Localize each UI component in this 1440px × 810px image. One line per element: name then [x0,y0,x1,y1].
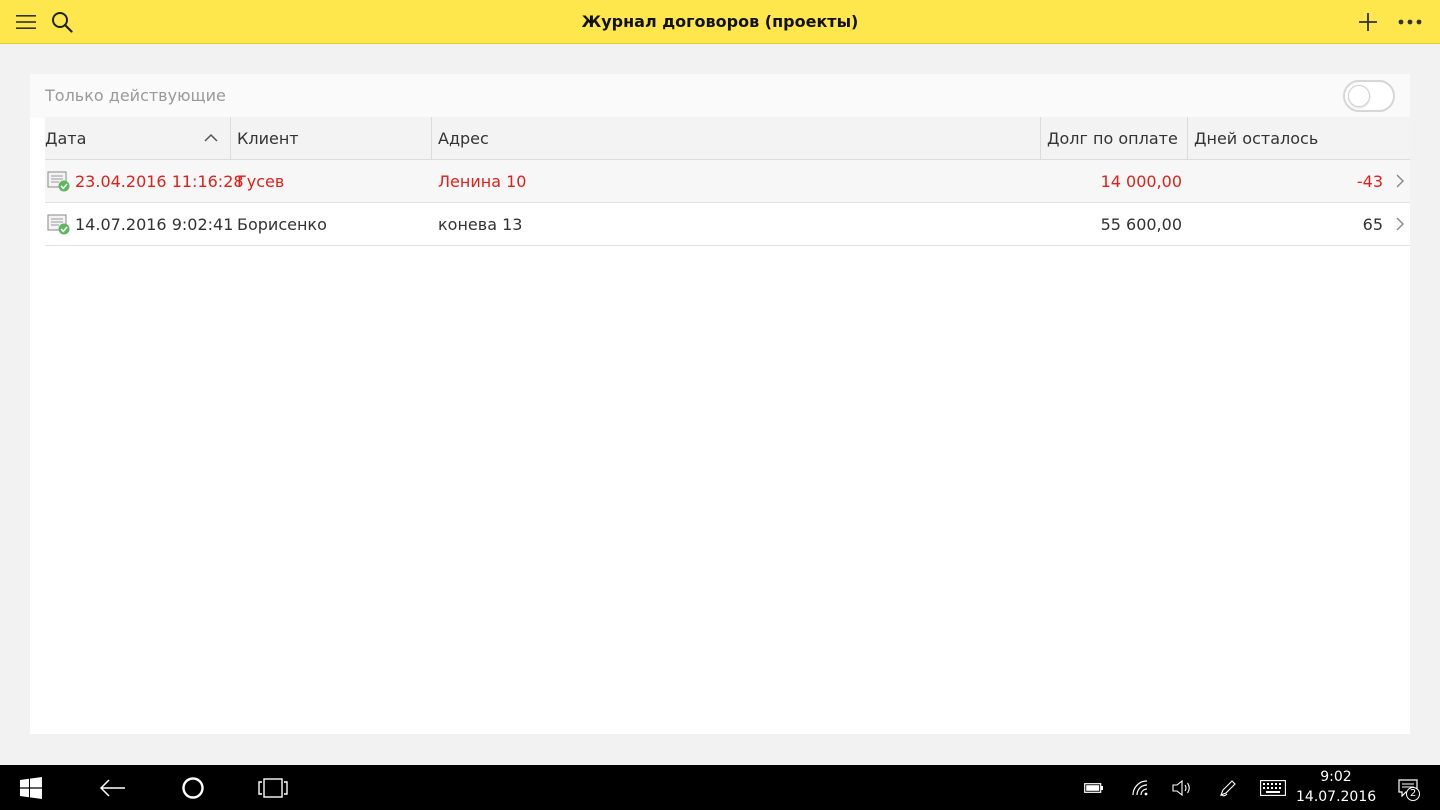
column-header-client[interactable]: Клиент [237,117,437,160]
row-client: Борисенко [237,215,327,234]
task-view-button[interactable] [250,765,296,810]
app-header: Журнал договоров (проекты) [0,0,1440,44]
column-divider [230,117,231,160]
cortana-circle-icon [182,776,204,799]
column-divider [431,117,432,160]
toggle-knob [1348,85,1370,107]
back-button[interactable] [90,765,136,810]
row-days-left: -43 [1356,172,1383,191]
active-only-toggle[interactable] [1343,80,1395,112]
table-header: Дата Клиент Адрес Долг по оплате Дней ос… [45,117,1410,160]
wifi-icon [1132,779,1148,795]
search-icon [52,12,73,33]
chevron-right-icon [1396,217,1404,231]
column-header-days-left[interactable]: Дней осталось [1194,117,1394,160]
volume-button[interactable] [1166,765,1198,810]
cortana-button[interactable] [170,765,216,810]
sort-ascending-icon [204,133,218,142]
row-date: 14.07.2016 9:02:41 [75,215,234,234]
page-title: Журнал договоров (проекты) [581,12,859,31]
row-debt: 55 600,00 [1100,215,1182,234]
table-row[interactable]: 14.07.2016 9:02:41 Борисенко конева 13 5… [45,203,1410,246]
pen-button[interactable] [1212,765,1244,810]
row-date: 23.04.2016 11:16:28 [75,172,244,191]
more-button[interactable] [1388,0,1432,44]
active-only-label: Только действующие [45,86,226,105]
row-client: Гусев [237,172,285,191]
more-icon [1398,19,1422,25]
filter-row: Только действующие [30,74,1410,118]
search-button[interactable] [40,0,84,44]
table-row[interactable]: 23.04.2016 11:16:28 Гусев Ленина 10 14 0… [45,160,1410,203]
network-button[interactable] [1124,765,1156,810]
back-arrow-icon [100,778,125,797]
column-header-date[interactable]: Дата [45,117,230,160]
add-button[interactable] [1346,0,1390,44]
contracts-panel: Только действующие Дата Клиент Адрес Дол… [30,74,1410,734]
keyboard-icon [1260,779,1286,796]
plus-icon [1359,13,1377,31]
column-header-debt[interactable]: Долг по оплате [1047,117,1187,160]
start-button[interactable] [8,765,54,810]
pen-icon [1220,779,1236,796]
hamburger-icon [16,15,36,29]
battery-button[interactable] [1078,765,1110,810]
battery-icon [1084,782,1103,793]
row-address: Ленина 10 [438,172,527,191]
windows-icon [20,776,42,799]
document-approved-icon [47,214,70,235]
touch-keyboard-button[interactable] [1256,765,1290,810]
row-address: конева 13 [438,215,523,234]
clock-date: 14.07.2016 [1296,789,1377,805]
document-approved-icon [47,171,70,192]
row-debt: 14 000,00 [1100,172,1182,191]
notification-count-badge: 2 [1406,787,1420,801]
column-header-label: Дата [45,129,87,148]
taskbar: 9:02 14.07.2016 2 [0,765,1440,810]
clock-time: 9:02 [1320,769,1352,785]
row-days-left: 65 [1362,215,1383,234]
column-header-address[interactable]: Адрес [438,117,1038,160]
chevron-right-icon [1396,174,1404,188]
clock[interactable]: 9:02 14.07.2016 [1296,767,1376,807]
volume-icon [1172,779,1190,796]
column-divider [1040,117,1041,160]
column-divider [1187,117,1188,160]
task-view-icon [258,777,288,798]
